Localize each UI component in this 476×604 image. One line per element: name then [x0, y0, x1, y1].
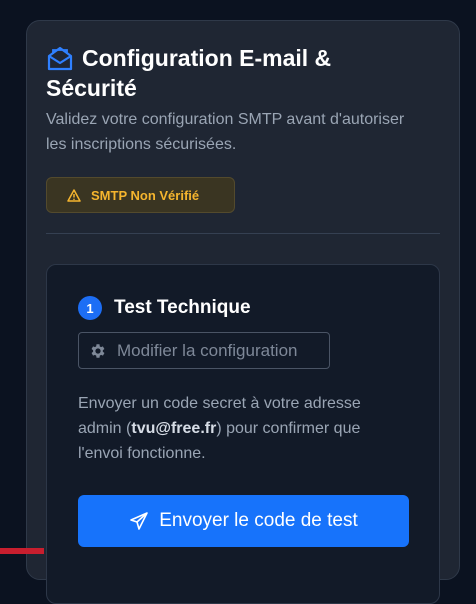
paper-plane-icon — [130, 512, 149, 530]
panel-header: Configuration E-mail & Sécurité — [46, 43, 446, 103]
panel-subtitle: Validez votre configuration SMTP avant d… — [46, 111, 405, 153]
edit-config-label: Modifier la configuration — [117, 340, 298, 360]
step-card: 1 Test Technique Modifier la configurati… — [46, 264, 440, 604]
step-description: Envoyer un code secret à votre adresse a… — [78, 391, 408, 466]
page-title: Configuration E-mail & — [46, 43, 446, 73]
envelope-open-icon — [47, 46, 73, 71]
status-badge-label: SMTP Non Vérifié — [91, 187, 200, 203]
corner-mark — [0, 548, 44, 554]
send-test-code-button[interactable]: Envoyer le code de test — [78, 495, 409, 547]
step-number: 1 — [78, 296, 102, 320]
send-test-code-label: Envoyer le code de test — [159, 510, 358, 531]
title-line-2: Sécurité — [46, 75, 137, 101]
admin-email: tvu@free.fr — [131, 420, 217, 437]
warning-triangle-icon — [67, 188, 81, 202]
status-badge: SMTP Non Vérifié — [46, 177, 235, 213]
divider — [46, 233, 440, 234]
title-line-1: Configuration E-mail & — [82, 45, 332, 71]
step-title: Test Technique — [114, 297, 251, 318]
step-header: 1 Test Technique — [78, 296, 251, 320]
email-security-panel: Configuration E-mail & Sécurité Validez … — [26, 20, 460, 604]
gear-icon — [91, 343, 105, 358]
edit-config-button[interactable]: Modifier la configuration — [78, 332, 330, 369]
